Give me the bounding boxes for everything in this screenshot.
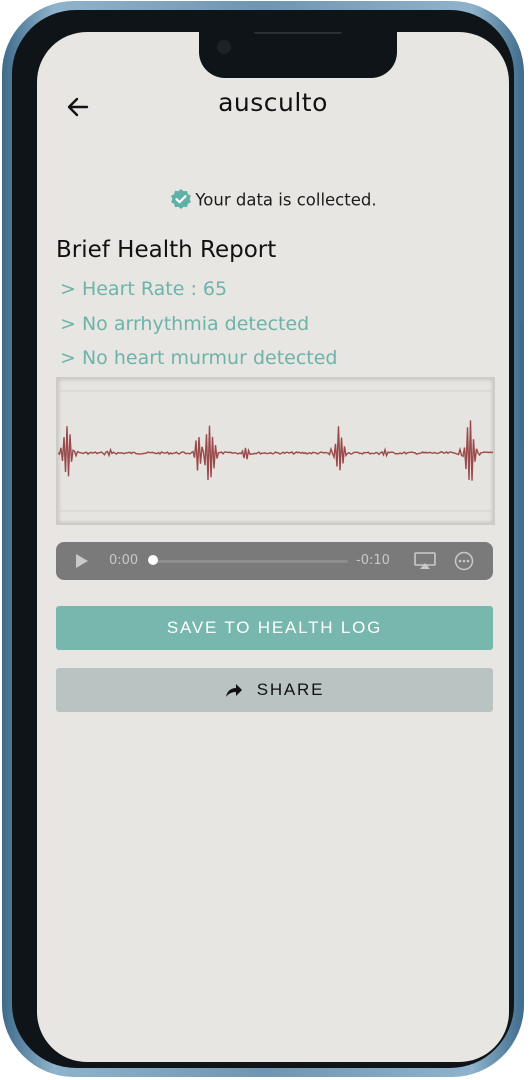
verified-badge-icon [169,188,193,212]
waveform-line [58,420,493,481]
finding-murmur: > No heart murmur detected [60,347,338,369]
share-button[interactable]: SHARE [56,668,493,712]
finding-arrhythmia: > No arrhythmia detected [60,312,310,335]
app-title: ausculto [218,88,328,117]
camera [217,40,231,54]
progress-knob[interactable] [148,555,158,565]
app-screen: ausculto Your data is collected. Brief H… [37,32,509,1062]
play-icon[interactable] [74,553,90,573]
save-to-health-log-button[interactable]: SAVE TO HEALTH LOG [56,606,493,650]
heart-sound-waveform [56,377,495,525]
more-options-icon[interactable] [454,551,474,575]
speaker [253,32,343,34]
data-collected-status: Your data is collected. [37,188,509,212]
remaining-time: -0:10 [356,553,390,568]
side-button [520,321,524,441]
phone-bezel: ausculto Your data is collected. Brief H… [12,10,514,1068]
phone-frame: ausculto Your data is collected. Brief H… [2,1,524,1077]
airplay-icon[interactable] [414,552,436,574]
audio-player: 0:00 -0:10 [56,542,493,580]
notch [199,32,397,78]
status-message: Your data is collected. [195,190,377,210]
share-arrow-icon [225,682,243,698]
share-label: SHARE [256,680,325,699]
current-time: 0:00 [109,553,139,568]
progress-track[interactable] [152,560,348,563]
findings-list: > Heart Rate : 65 > No arrhythmia detect… [60,276,337,380]
finding-heart-rate: > Heart Rate : 65 [60,278,228,300]
report-title: Brief Health Report [56,237,277,263]
